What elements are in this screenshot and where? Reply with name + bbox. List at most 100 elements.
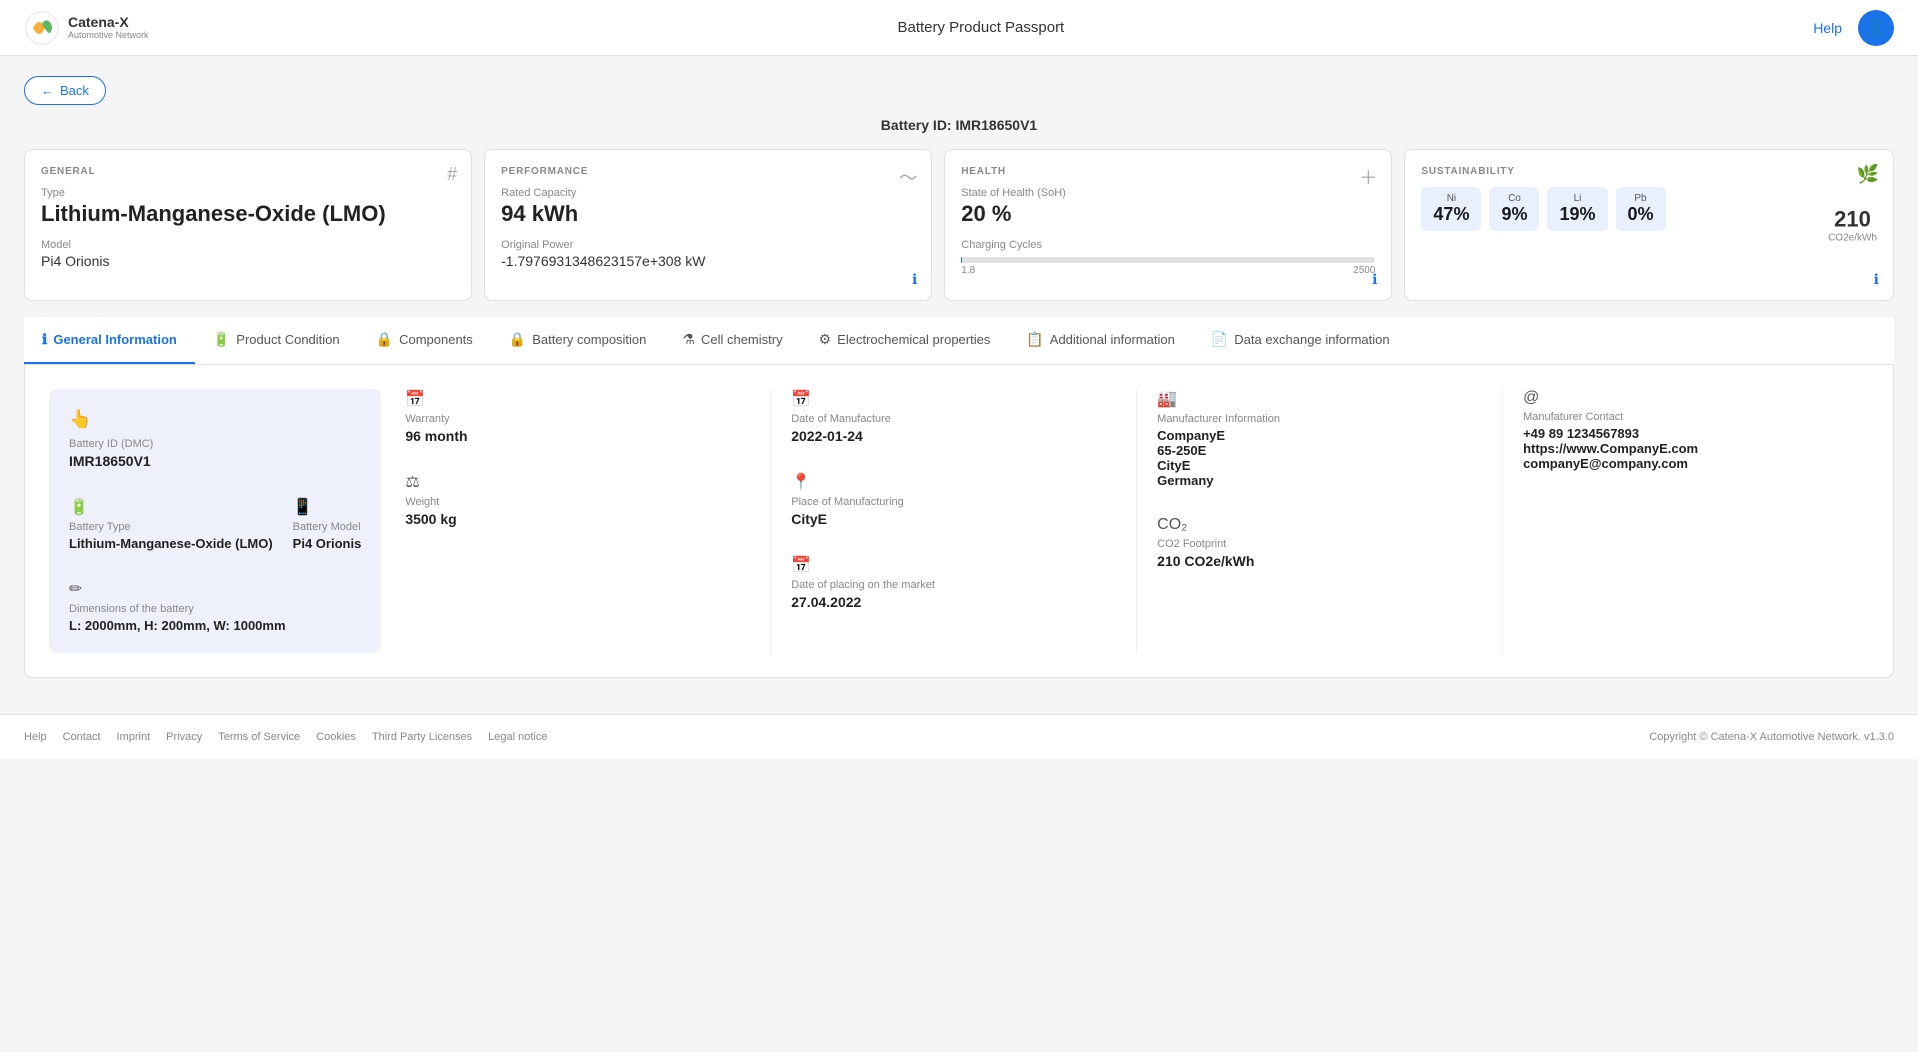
rated-capacity-group: Rated Capacity 94 kWh — [501, 187, 915, 227]
tab-data-exchange[interactable]: 📄 Data exchange information — [1193, 317, 1408, 364]
soh-value: 20 % — [961, 201, 1375, 227]
original-power-label: Original Power — [501, 239, 915, 251]
footer-cookies[interactable]: Cookies — [316, 731, 356, 743]
battery-model-label: Battery Model — [293, 521, 362, 533]
manufacturer-contact-label: Manufaturer Contact — [1523, 411, 1869, 423]
warranty-value: 96 month — [405, 428, 750, 444]
weight-label: Weight — [405, 496, 750, 508]
tab-components-icon: 🔒 — [376, 331, 393, 348]
user-avatar[interactable]: 👤 — [1858, 10, 1894, 46]
date-manufacture-icon: 📅 — [791, 389, 1116, 409]
footer-legal[interactable]: Legal notice — [488, 731, 547, 743]
weight-section: ⚖ Weight 3500 kg — [405, 472, 750, 527]
sustainability-card: SUSTAINABILITY 🌿 Ni 47% Co 9% Li 19% Pb … — [1404, 149, 1894, 301]
manufacturer-info-line1: CompanyE — [1157, 428, 1482, 443]
footer-privacy[interactable]: Privacy — [166, 731, 202, 743]
tab-product-condition[interactable]: 🔋 Product Condition — [195, 317, 358, 364]
co-chip: Co 9% — [1489, 187, 1539, 231]
footer-help[interactable]: Help — [24, 731, 47, 743]
tab-general-information[interactable]: ℹ General Information — [24, 317, 195, 364]
general-card-label: GENERAL — [41, 166, 455, 177]
footer-copyright: Copyright © Catena-X Automotive Network.… — [1649, 731, 1894, 743]
help-link[interactable]: Help — [1813, 20, 1842, 36]
date-manufacture-value: 2022-01-24 — [791, 428, 1116, 444]
general-model-group: Model Pi4 Orionis — [41, 239, 455, 269]
co2-display: 210 CO2e/kWh — [1828, 207, 1877, 244]
li-label: Li — [1559, 193, 1595, 204]
original-power-group: Original Power -1.7976931348623157e+308 … — [501, 239, 915, 269]
tab-data-label: Data exchange information — [1234, 332, 1389, 347]
ni-value: 47% — [1433, 204, 1469, 225]
battery-id-header: Battery ID: IMR18650V1 — [24, 117, 1894, 133]
cycles-bar-track — [961, 257, 1375, 263]
health-info-icon[interactable]: ℹ — [1372, 271, 1377, 288]
logo-text-block: Catena-X Automotive Network — [68, 15, 149, 40]
footer-third-party[interactable]: Third Party Licenses — [372, 731, 472, 743]
manufacturer-info-line3: CityE — [1157, 458, 1482, 473]
footer-terms[interactable]: Terms of Service — [218, 731, 300, 743]
warranty-label: Warranty — [405, 413, 750, 425]
dimensions-label: Dimensions of the battery — [69, 603, 361, 615]
tab-additional[interactable]: 📋 Additional information — [1008, 317, 1192, 364]
date-manufacture-section: 📅 Date of Manufacture 2022-01-24 — [791, 389, 1116, 444]
cards-row: GENERAL # Type Lithium-Manganese-Oxide (… — [24, 149, 1894, 301]
footer-links: Help Contact Imprint Privacy Terms of Se… — [24, 731, 548, 743]
battery-model-group: 📱 Battery Model Pi4 Orionis — [293, 497, 362, 551]
li-value: 19% — [1559, 204, 1595, 225]
col-manufacturer: 🏭 Manufacturer Information CompanyE 65-2… — [1137, 389, 1503, 653]
logo-icon — [24, 10, 60, 46]
tab-components[interactable]: 🔒 Components — [358, 317, 491, 364]
rated-capacity-label: Rated Capacity — [501, 187, 915, 199]
footer-contact[interactable]: Contact — [63, 731, 101, 743]
warranty-icon: 📅 — [405, 389, 750, 409]
tab-data-icon: 📄 — [1211, 331, 1228, 348]
footer: Help Contact Imprint Privacy Terms of Se… — [0, 714, 1918, 759]
soh-group: State of Health (SoH) 20 % — [961, 187, 1375, 227]
weight-icon: ⚖ — [405, 472, 750, 492]
back-button[interactable]: ← Back — [24, 76, 106, 105]
header-right: Help 👤 — [1813, 10, 1894, 46]
tab-battery-comp-label: Battery composition — [532, 332, 646, 347]
tabs-bar: ℹ General Information 🔋 Product Conditio… — [24, 317, 1894, 365]
col-warranty-weight: 📅 Warranty 96 month ⚖ Weight 3500 kg — [405, 389, 771, 653]
manufacturer-contact-email: companyE@company.com — [1523, 456, 1869, 471]
place-manufacture-icon: 📍 — [791, 472, 1116, 492]
date-manufacture-label: Date of Manufacture — [791, 413, 1116, 425]
hash-icon: # — [447, 164, 457, 185]
fingerprint-icon: 👆 — [69, 409, 361, 430]
performance-icon: 〜 — [899, 164, 917, 190]
place-manufacture-value: CityE — [791, 511, 1116, 527]
warranty-section: 📅 Warranty 96 month — [405, 389, 750, 444]
avatar-icon: 👤 — [1866, 18, 1886, 38]
tab-cell-chem-icon: ⚗ — [682, 331, 695, 348]
cycles-labels: 1.8 2500 — [961, 265, 1375, 276]
performance-info-icon[interactable]: ℹ — [912, 271, 917, 288]
battery-type-group: 🔋 Battery Type Lithium-Manganese-Oxide (… — [69, 497, 273, 551]
dimensions-icon: ✏ — [69, 579, 361, 599]
co2-footprint-icon: CO₂ — [1157, 516, 1482, 534]
tab-electro-icon: ⚙ — [819, 331, 832, 348]
contact-icon: @ — [1523, 389, 1869, 407]
tab-electrochemical[interactable]: ⚙ Electrochemical properties — [801, 317, 1009, 364]
tab-cell-chemistry[interactable]: ⚗ Cell chemistry — [664, 317, 800, 364]
page-title: Battery Product Passport — [897, 19, 1064, 36]
footer-imprint[interactable]: Imprint — [117, 731, 151, 743]
tab-product-label: Product Condition — [236, 332, 339, 347]
sustainability-info-icon[interactable]: ℹ — [1874, 271, 1879, 288]
battery-type-value: Lithium-Manganese-Oxide (LMO) — [69, 536, 273, 551]
performance-card-label: PERFORMANCE — [501, 166, 915, 177]
battery-id-dmc-value: IMR18650V1 — [69, 453, 361, 469]
header: Catena-X Automotive Network Battery Prod… — [0, 0, 1918, 56]
place-manufacture-label: Place of Manufacturing — [791, 496, 1116, 508]
tab-battery-composition[interactable]: 🔒 Battery composition — [491, 317, 665, 364]
type-label: Type — [41, 187, 455, 199]
type-model-row: 🔋 Battery Type Lithium-Manganese-Oxide (… — [69, 497, 361, 551]
dimensions-value: L: 2000mm, H: 200mm, W: 1000mm — [69, 618, 361, 633]
tab-cell-chem-label: Cell chemistry — [701, 332, 783, 347]
date-market-value: 27.04.2022 — [791, 594, 1116, 610]
weight-value: 3500 kg — [405, 511, 750, 527]
manufacturer-info-label: Manufacturer Information — [1157, 413, 1482, 425]
manufacturer-info-section: 🏭 Manufacturer Information CompanyE 65-2… — [1157, 389, 1482, 488]
tab-general-icon: ℹ — [42, 331, 47, 348]
performance-card: PERFORMANCE 〜 Rated Capacity 94 kWh Orig… — [484, 149, 932, 301]
